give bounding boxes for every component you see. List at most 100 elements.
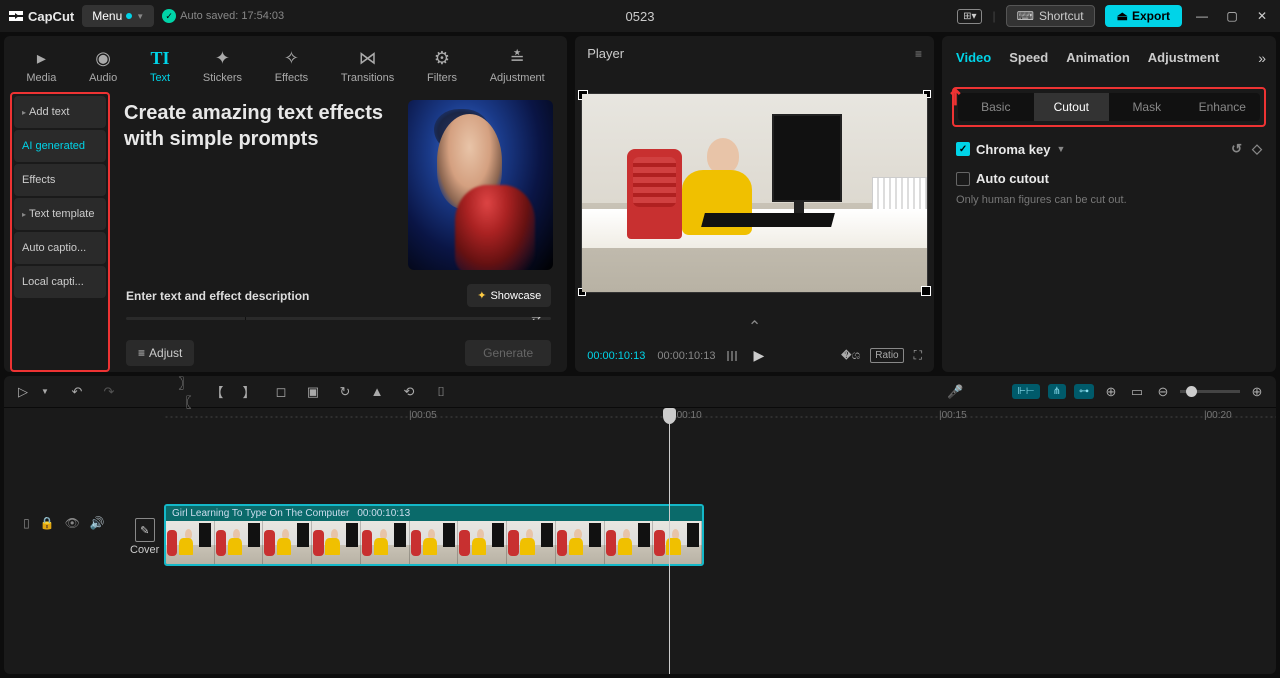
shuffle-icon[interactable]: ⇄ [521, 317, 551, 320]
tab-filters[interactable]: ⚙Filters [427, 48, 457, 84]
adjust-button[interactable]: ≡Adjust [126, 340, 194, 366]
effect-description-input[interactable] [246, 317, 521, 320]
pointer-dropdown[interactable]: ▼ [36, 387, 54, 396]
undo-button[interactable]: ↶ [68, 384, 86, 400]
play-button[interactable]: ▶ [753, 347, 764, 364]
timeline-tracks[interactable]: |00:05 |00:10 |00:15 |00:20 Girl Learnin… [124, 408, 1276, 674]
time-current: 00:00:10:13 [587, 350, 645, 362]
video-clip[interactable]: Girl Learning To Type On The Computer 00… [164, 504, 704, 566]
preview-icon[interactable]: ▭ [1128, 384, 1146, 400]
tab-text[interactable]: TIText [150, 48, 170, 84]
inspector-panel: Video Speed Animation Adjustment » ↗ Bas… [942, 36, 1276, 372]
topbar: CapCut Menu ▼ ✓ Auto saved: 17:54:03 052… [0, 0, 1280, 32]
mute-icon[interactable]: 🔊 [90, 516, 105, 530]
menu-button[interactable]: Menu ▼ [82, 5, 154, 27]
filters-icon: ⚙ [432, 48, 452, 68]
reset-icon[interactable]: ↺ [1231, 141, 1242, 157]
redo-button[interactable]: ↷ [100, 384, 118, 400]
snap-icon[interactable]: ⊕ [1102, 384, 1120, 400]
submenu-text-template[interactable]: ▸Text template [14, 198, 106, 230]
prompt-label: Enter text and effect description [126, 289, 309, 303]
pointer-tool[interactable]: ▷ [14, 384, 32, 400]
zoom-out-icon[interactable]: ⊖ [1154, 384, 1172, 400]
clip-thumbnails [166, 521, 702, 565]
tab-adjustment[interactable]: ≛Adjustment [490, 48, 545, 84]
mirror-tool[interactable]: ▲ [368, 384, 386, 399]
submenu-ai-generated[interactable]: AI generated [14, 130, 106, 162]
check-icon: ✓ [162, 9, 176, 23]
tab-animation[interactable]: Animation [1066, 50, 1130, 65]
magnet-main-icon[interactable]: ⊩⊢ [1012, 384, 1039, 399]
magnet-icon[interactable]: ⋔ [1048, 384, 1066, 399]
video-preview-area[interactable] [575, 71, 934, 315]
player-controls: 00:00:10:13 00:00:10:13 ▶ �ශ Ratio ⛶ [575, 339, 934, 372]
tab-stickers[interactable]: ✦Stickers [203, 48, 242, 84]
player-menu-icon[interactable]: ≡ [915, 47, 922, 61]
caret-icon: ▸ [22, 210, 26, 219]
fullscreen-icon[interactable]: ⛶ [914, 348, 922, 363]
audio-icon: ◉ [93, 48, 113, 68]
duplicate-tool[interactable]: ▣ [304, 384, 322, 400]
timeline-panel: ▷ ▼ ↶ ↷ 〗〖 【 】 ◻ ▣ ↻ ▲ ⟲ ⌷ 🎤 ⊩⊢ ⋔ ⊶ ⊕ ▭ … [4, 376, 1276, 674]
chevron-down-icon[interactable]: ▼ [1056, 144, 1065, 154]
subtab-mask[interactable]: Mask [1109, 93, 1185, 121]
link-icon[interactable]: ⊶ [1074, 384, 1094, 399]
tab-effects[interactable]: ✧Effects [275, 48, 308, 84]
tab-audio[interactable]: ◉Audio [89, 48, 117, 84]
export-button[interactable]: ⏏ Export [1105, 5, 1182, 27]
frame-step-icon[interactable] [727, 351, 737, 361]
more-tabs-icon[interactable]: » [1258, 50, 1266, 66]
clip-name: Girl Learning To Type On The Computer [172, 508, 349, 519]
reverse-tool[interactable]: ↻ [336, 384, 354, 400]
timeline-ruler[interactable]: |00:05 |00:10 |00:15 |00:20 [124, 408, 1276, 432]
tab-speed[interactable]: Speed [1009, 50, 1048, 65]
close-button[interactable]: ✕ [1252, 6, 1272, 26]
split-tool[interactable]: 〗〖 [176, 373, 194, 411]
trim-left-tool[interactable]: 【 [208, 382, 226, 401]
layout-icon[interactable]: ⊞▾ [957, 9, 982, 24]
scale-icon[interactable]: �ශ [841, 348, 860, 363]
submenu-local-captions[interactable]: Local capti... [14, 266, 106, 298]
project-title[interactable]: 0523 [626, 9, 655, 24]
keyboard-icon: ⌨ [1017, 9, 1034, 23]
subtab-cutout[interactable]: Cutout [1034, 93, 1110, 121]
shortcut-button[interactable]: ⌨ Shortcut [1006, 5, 1095, 27]
timeline-track-header: ▯ 🔒 👁 🔊 [4, 408, 124, 674]
zoom-slider[interactable] [1180, 390, 1240, 393]
tool-tabs: ▸Media ◉Audio TIText ✦Stickers ✧Effects … [10, 44, 561, 92]
lock-icon[interactable]: 🔒 [40, 516, 55, 530]
playhead[interactable] [669, 408, 670, 674]
minimize-button[interactable]: — [1192, 6, 1212, 26]
hero-illustration [408, 100, 553, 270]
topbar-right: ⊞▾ | ⌨ Shortcut ⏏ Export — ▢ ✕ [957, 5, 1272, 27]
crop-tool[interactable]: ◻ [272, 384, 290, 400]
zoom-in-icon[interactable]: ⊕ [1248, 384, 1266, 400]
submenu-effects[interactable]: Effects [14, 164, 106, 196]
expand-hint-icon[interactable]: ⌃ [575, 315, 934, 339]
eye-icon[interactable]: 👁 [65, 516, 80, 530]
marker-icon[interactable]: ▯ [23, 516, 30, 530]
clip-duration: 00:00:10:13 [357, 508, 410, 519]
ratio-button[interactable]: Ratio [870, 348, 903, 363]
tab-media[interactable]: ▸Media [26, 48, 56, 84]
tab-transitions[interactable]: ⋈Transitions [341, 48, 394, 84]
autocutout-checkbox[interactable] [956, 172, 970, 186]
tab-video[interactable]: Video [956, 50, 991, 65]
trim-right-tool[interactable]: 】 [240, 382, 258, 401]
chroma-checkbox[interactable]: ✓ [956, 142, 970, 156]
subtab-enhance[interactable]: Enhance [1185, 93, 1260, 121]
generate-button[interactable]: Generate [465, 340, 551, 366]
tab-adjustment[interactable]: Adjustment [1148, 50, 1220, 65]
video-content [582, 94, 927, 292]
submenu-add-text[interactable]: ▸Add text [14, 96, 106, 128]
maximize-button[interactable]: ▢ [1222, 6, 1242, 26]
crop-tool-2[interactable]: ⌷ [432, 384, 450, 400]
mic-icon[interactable]: 🎤 [946, 384, 964, 400]
keyframe-icon[interactable]: ◇ [1252, 141, 1262, 157]
text-input[interactable] [126, 317, 246, 320]
video-frame[interactable] [581, 93, 928, 293]
rotate-tool[interactable]: ⟲ [400, 384, 418, 400]
submenu-auto-captions[interactable]: Auto captio... [14, 232, 106, 264]
capcut-icon [8, 8, 24, 24]
showcase-button[interactable]: Showcase [467, 284, 551, 307]
